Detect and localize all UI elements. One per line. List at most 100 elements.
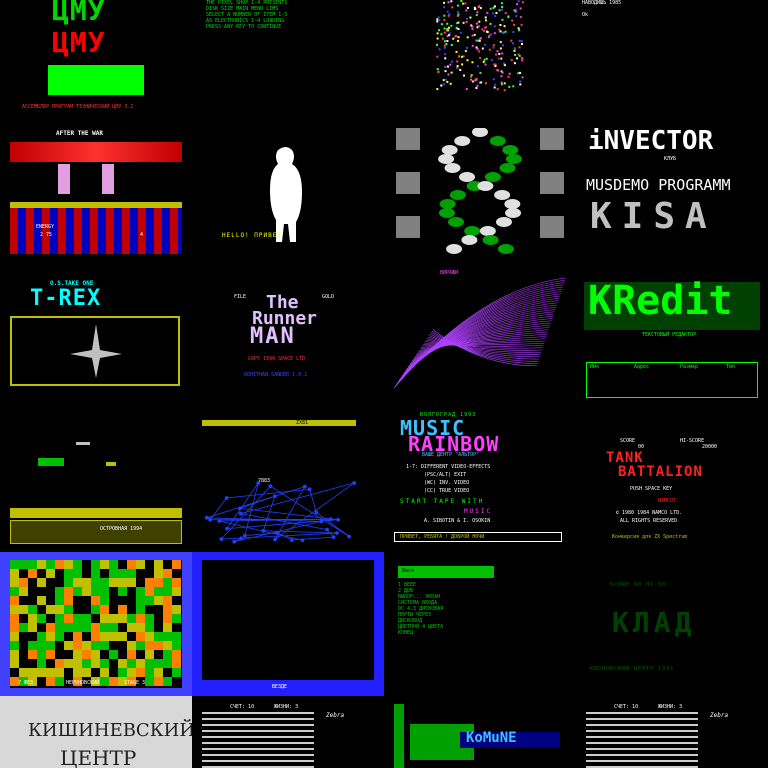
maze-cell [46,560,55,569]
constellation-node [242,533,247,538]
maze-cell [136,578,145,587]
zx-header-bar [202,420,356,426]
particle [492,12,495,15]
particle [513,49,516,52]
maze-cell [118,605,127,614]
hiscore-value: 20000 [702,444,718,450]
helix-bead [489,136,506,146]
maze-cell [55,677,64,686]
tile-zebra-maze-1: СЧЕТ: 10 ЖИЗНИ: 3 Zebra [192,696,384,768]
particle [444,78,447,81]
constellation-link [240,482,355,514]
maze-cell [73,605,82,614]
particle [456,4,459,7]
helix-bead [448,217,465,227]
particle [455,50,458,53]
maze-cell [64,614,73,623]
particle [437,16,440,19]
maze-cell [55,623,64,632]
maze-cell [64,569,73,578]
terrain [10,508,182,518]
silhouette [270,147,302,242]
maze-cell [91,569,100,578]
zebra-score: СЧЕТ: 10 [230,704,255,710]
maze-cell [55,650,64,659]
maze-footer-mid: НЕРОНОВСКИЙ [66,680,100,686]
maze-cell [37,578,46,587]
zebra-brand: Zebra [326,712,345,719]
particle [441,37,444,40]
maze-cell [19,623,28,632]
particle [437,71,440,74]
constellation-link [226,482,259,529]
particle [436,43,439,46]
kredit-col: Тип [726,364,736,370]
maze-cell [64,623,73,632]
helix-bead [477,181,494,191]
constellation-node [331,535,336,540]
helix-bead [479,226,496,236]
particle [448,26,451,29]
maze-cell [127,632,136,641]
maze-cell [64,650,73,659]
maze-cell [127,560,136,569]
maze-cell [109,641,118,650]
particle [465,87,468,90]
particle [477,5,480,8]
particle [519,83,522,86]
particle [496,88,499,91]
particle [449,63,452,66]
maze-cell [118,569,127,578]
helix-bead [439,199,456,209]
particle [446,80,449,83]
maze-cell [82,623,91,632]
particle [481,28,484,31]
zebra-brand: Zebra [710,712,729,719]
maze-cell [10,605,19,614]
maze-cell [64,668,73,677]
rainbow-menu-3: (WC) INV. VIDEO [424,480,470,486]
particle [512,31,515,34]
maze-cell [145,641,154,650]
maze-cell [136,596,145,605]
particle [443,40,446,43]
maze-cell [28,560,37,569]
particle [504,12,507,15]
game-title: AFTER THE WAR [56,130,103,137]
kredit-col: Имя [590,364,600,370]
constellation-node [328,517,333,522]
maze-tiles [10,560,181,686]
particle [514,53,517,56]
tile-maze-game: 7 ЖЕЗ НЕРОНОВСКИЙ STAGE 3 [0,552,192,696]
particle [450,0,453,3]
particle [466,6,469,9]
particle [476,65,479,68]
maze-cell [145,623,154,632]
particle [478,50,481,53]
maze-cell [55,569,64,578]
constellation-node [325,527,329,532]
constellation-node [204,515,209,520]
maze-cell [37,641,46,650]
particle [444,53,447,56]
helix-bead [438,208,455,218]
maze-cell [172,668,181,677]
particle [498,9,501,12]
maze-cell [118,632,127,641]
particle [519,7,522,10]
particle [466,36,469,39]
particle [503,89,506,92]
particle [446,22,449,25]
particle [446,27,449,30]
particle [456,22,459,25]
kommune-sidebar [394,704,404,768]
maze-cell [109,578,118,587]
maze-cell [82,587,91,596]
maze-cell [172,632,181,641]
status-text: ОСТРОВНАЯ 1994 [100,526,143,532]
maze-cell [46,614,55,623]
particle [465,20,468,23]
maze-cell [37,632,46,641]
particle [503,64,506,67]
maze-cell [10,641,19,650]
